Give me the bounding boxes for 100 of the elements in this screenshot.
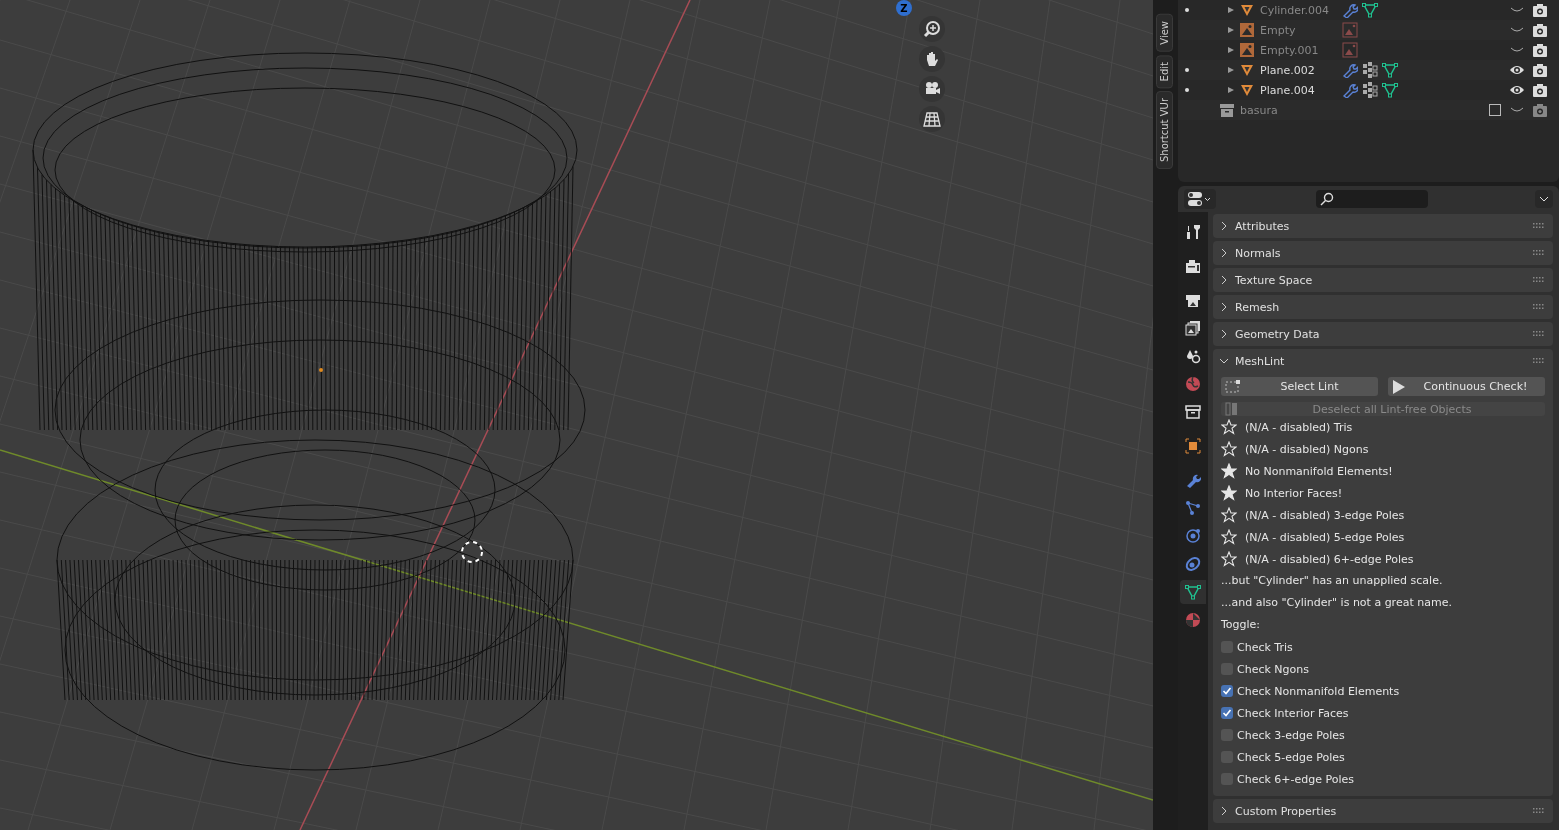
drag-handle-icon[interactable] [1533, 808, 1545, 814]
camera-icon[interactable] [1533, 43, 1547, 57]
triangle-mesh-icon[interactable] [1362, 2, 1378, 18]
expand-arrow-icon[interactable] [1228, 47, 1234, 53]
dot-icon [1185, 8, 1189, 12]
panel-header[interactable]: MeshLint [1213, 349, 1553, 373]
toggle-checkbox[interactable]: Check 3-edge Poles [1221, 724, 1545, 746]
chevron-right-icon [1219, 806, 1229, 816]
expand-arrow-icon[interactable] [1228, 7, 1234, 13]
exclude-checkbox[interactable] [1489, 104, 1501, 116]
object-icon [1185, 438, 1201, 454]
outliner-row[interactable]: Empty.001 [1178, 40, 1559, 60]
camera-icon[interactable] [1533, 23, 1547, 37]
toggle-checkbox[interactable]: Check Interior Faces [1221, 702, 1545, 724]
drag-handle-icon[interactable] [1533, 331, 1545, 337]
expand-arrow-icon[interactable] [1228, 87, 1234, 93]
search-field[interactable] [1316, 190, 1428, 208]
checkbox[interactable] [1221, 707, 1233, 719]
viewport[interactable]: Z [0, 0, 1153, 830]
panel-header[interactable]: Custom Properties [1213, 799, 1553, 823]
mesh-object-icon [1240, 63, 1254, 77]
checkmark-icon [1222, 708, 1232, 718]
chevron-right-icon [1219, 248, 1229, 258]
lint-result: (N/A - disabled) 3-edge Poles [1245, 508, 1405, 522]
object-name: Empty [1260, 23, 1297, 37]
drag-handle-icon[interactable] [1533, 223, 1545, 229]
toggle-checkbox[interactable]: Check 5-edge Poles [1221, 746, 1545, 768]
panel-title: Attributes [1235, 219, 1291, 233]
image-empty-icon [1240, 43, 1254, 57]
triangle-mesh-icon[interactable] [1382, 82, 1398, 98]
drag-handle-icon[interactable] [1533, 358, 1545, 364]
chevron-right-icon [1219, 329, 1229, 339]
zoom-icon[interactable] [919, 16, 945, 42]
drag-handle-icon[interactable] [1533, 304, 1545, 310]
hand-icon[interactable] [919, 46, 945, 72]
lint-result: (N/A - disabled) Ngons [1245, 442, 1369, 456]
object-name: basura [1240, 103, 1279, 117]
material-icon [1185, 612, 1201, 628]
bars-icon [1225, 402, 1239, 416]
panel-header[interactable]: Texture Space [1213, 268, 1553, 292]
checkbox[interactable] [1221, 685, 1233, 697]
modifier-icon [1185, 472, 1201, 488]
expand-arrow-icon[interactable] [1228, 67, 1234, 73]
chevron-down-icon [1539, 196, 1549, 202]
toggle-checkbox[interactable]: Check Nonmanifold Elements [1221, 680, 1545, 702]
constraints-icon [1185, 556, 1201, 572]
camera-icon[interactable] [1533, 63, 1547, 77]
drag-handle-icon[interactable] [1533, 250, 1545, 256]
output-icon [1185, 292, 1201, 308]
expand-arrow-icon[interactable] [1228, 27, 1234, 33]
wrench-icon[interactable] [1342, 82, 1358, 98]
eye-icon[interactable] [1509, 84, 1525, 96]
sidebar-tab[interactable]: Shortcut VUr [1155, 91, 1173, 170]
panel-header[interactable]: Attributes [1213, 214, 1553, 238]
drag-handle-icon[interactable] [1533, 277, 1545, 283]
squares-icon[interactable] [1362, 62, 1378, 78]
toggle-checkbox[interactable]: Check 6+-edge Poles [1221, 768, 1545, 790]
lint-result: (N/A - disabled) 6+-edge Poles [1245, 552, 1414, 566]
triangle-mesh-icon[interactable] [1382, 62, 1398, 78]
editor-type-button[interactable] [1184, 189, 1216, 209]
dot-icon [1185, 68, 1189, 72]
object-name: Empty.001 [1260, 43, 1320, 57]
outliner-row[interactable]: Plane.004 [1178, 80, 1559, 100]
lint-result: (N/A - disabled) Tris [1245, 420, 1353, 434]
data-tab[interactable] [1180, 580, 1206, 604]
mesh-object-icon [1240, 83, 1254, 97]
object-name: Plane.002 [1260, 63, 1316, 77]
eye-icon[interactable] [1509, 64, 1525, 76]
search-icon [1320, 192, 1334, 206]
sidebar-tab[interactable]: View [1155, 14, 1173, 52]
panel-header[interactable]: Remesh [1213, 295, 1553, 319]
wrench-icon[interactable] [1342, 2, 1358, 18]
panel-header[interactable]: Normals [1213, 241, 1553, 265]
outliner-row[interactable]: Cylinder.004 [1178, 0, 1559, 20]
toggle-icon [1188, 192, 1212, 206]
z-axis-gizmo[interactable]: Z [896, 0, 912, 16]
panel-title: MeshLint [1235, 354, 1286, 368]
dot-icon [1185, 88, 1189, 92]
object-name: Cylinder.004 [1260, 3, 1331, 17]
lint-result: (N/A - disabled) 5-edge Poles [1245, 530, 1405, 544]
camera-icon[interactable] [919, 76, 945, 102]
panel-title: Remesh [1235, 300, 1281, 314]
toggle-checkbox[interactable]: Check Ngons [1221, 658, 1545, 680]
dropdown-button[interactable] [1535, 190, 1553, 208]
panel-header[interactable]: Geometry Data [1213, 322, 1553, 346]
chevron-right-icon [1219, 221, 1229, 231]
camera-icon[interactable] [1533, 3, 1547, 17]
chevron-right-icon [1219, 302, 1229, 312]
camera-icon[interactable] [1533, 83, 1547, 97]
selection-box-icon [1225, 379, 1241, 394]
view-layer-icon [1185, 320, 1201, 336]
wrench-icon[interactable] [1342, 62, 1358, 78]
collection-box-icon [1220, 103, 1234, 117]
grid-icon[interactable] [919, 106, 945, 132]
select-lint-button[interactable]: Select Lint [1221, 377, 1378, 396]
collection-icon [1185, 404, 1201, 420]
continuous-check-button[interactable]: Continuous Check! [1388, 377, 1545, 396]
toggle-checkbox[interactable]: Check Tris [1221, 636, 1545, 658]
squares-icon[interactable] [1362, 82, 1378, 98]
sidebar-tab[interactable]: Edit [1155, 54, 1173, 89]
